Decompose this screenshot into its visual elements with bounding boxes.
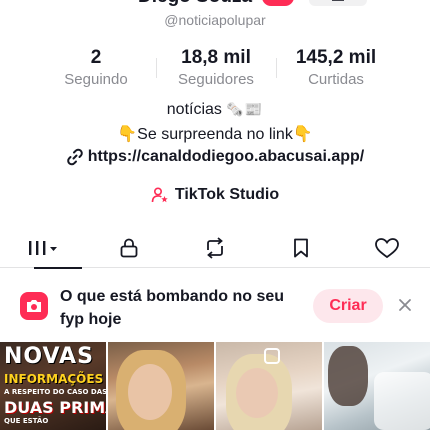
video-thumbnail[interactable] xyxy=(216,342,322,430)
heart-icon xyxy=(375,238,399,259)
tab-private[interactable] xyxy=(86,228,172,268)
edit-profile-button[interactable] xyxy=(309,0,367,6)
stat-label: Seguindo xyxy=(64,71,128,88)
tab-liked[interactable] xyxy=(344,228,430,268)
tab-reposts[interactable] xyxy=(172,228,258,268)
person-face xyxy=(128,364,172,420)
thumbnail-caption: QUE ESTÃO xyxy=(4,417,49,425)
stat-label: Curtidas xyxy=(308,71,364,88)
profile-header: Diego Souza xyxy=(0,0,430,10)
profile-tabs xyxy=(0,228,430,269)
video-thumbnail[interactable] xyxy=(324,342,430,430)
banner-text: O que está bombando no seu fyp hoje xyxy=(60,288,285,328)
create-button[interactable]: Criar xyxy=(313,289,383,323)
person-shape xyxy=(328,346,368,406)
bio-line-2: 👇Se surpreenda no link👇 xyxy=(117,126,313,143)
stat-followers[interactable]: 18,8 mil Seguidores xyxy=(156,46,276,92)
newspaper-icon: 🗞️📰 xyxy=(226,101,264,117)
video-thumbnail[interactable]: NOVAS INFORMAÇÕES A RESPEITO DO CASO DAS… xyxy=(0,342,106,430)
repost-icon xyxy=(207,237,223,259)
device-shape xyxy=(374,372,430,430)
stat-label: Seguidores xyxy=(178,71,254,88)
multi-photo-icon xyxy=(264,348,280,364)
bookmark-icon xyxy=(294,238,308,258)
thumbnail-caption: A RESPEITO DO CASO DAS xyxy=(4,388,106,396)
trending-banner: O que está bombando no seu fyp hoje Cria… xyxy=(0,280,430,338)
tab-videos[interactable] xyxy=(0,228,86,269)
close-icon[interactable] xyxy=(396,296,414,314)
video-grid: NOVAS INFORMAÇÕES A RESPEITO DO CASO DAS… xyxy=(0,342,430,430)
stat-value: 2 xyxy=(90,47,102,68)
profile-handle: @noticiapolupar xyxy=(164,12,266,28)
stat-value: 145,2 mil xyxy=(295,47,377,68)
camera-icon xyxy=(20,292,48,320)
stat-value: 18,8 mil xyxy=(181,47,251,68)
studio-icon xyxy=(151,187,168,203)
tab-favorites[interactable] xyxy=(258,228,344,268)
link-icon xyxy=(66,148,83,166)
thumbnail-caption: NOVAS xyxy=(4,344,94,369)
studio-label: TikTok Studio xyxy=(174,186,280,203)
tiktok-studio-button[interactable]: TikTok Studio xyxy=(0,186,430,204)
stat-likes: 145,2 mil Curtidas xyxy=(276,46,396,92)
edit-icon xyxy=(332,0,344,1)
person-face xyxy=(236,368,278,418)
verified-badge xyxy=(262,0,294,6)
bio-link[interactable]: https://canaldodiegoo.abacusai.app/ xyxy=(0,148,430,166)
video-thumbnail[interactable] xyxy=(108,342,214,430)
bio-link-text[interactable]: https://canaldodiegoo.abacusai.app/ xyxy=(88,148,364,166)
bio-text: notícias xyxy=(166,101,222,118)
grid-bars-icon xyxy=(29,241,57,255)
thumbnail-caption: INFORMAÇÕES xyxy=(4,372,104,386)
stats-row: 2 Seguindo 18,8 mil Seguidores 145,2 mil… xyxy=(36,46,396,92)
thumbnail-caption: DUAS PRIMAS xyxy=(4,398,106,417)
display-name: Diego Souza xyxy=(138,0,252,8)
lock-icon xyxy=(120,238,138,258)
stat-following[interactable]: 2 Seguindo xyxy=(36,46,156,92)
bio-line-1: notícias 🗞️📰 xyxy=(0,101,430,119)
